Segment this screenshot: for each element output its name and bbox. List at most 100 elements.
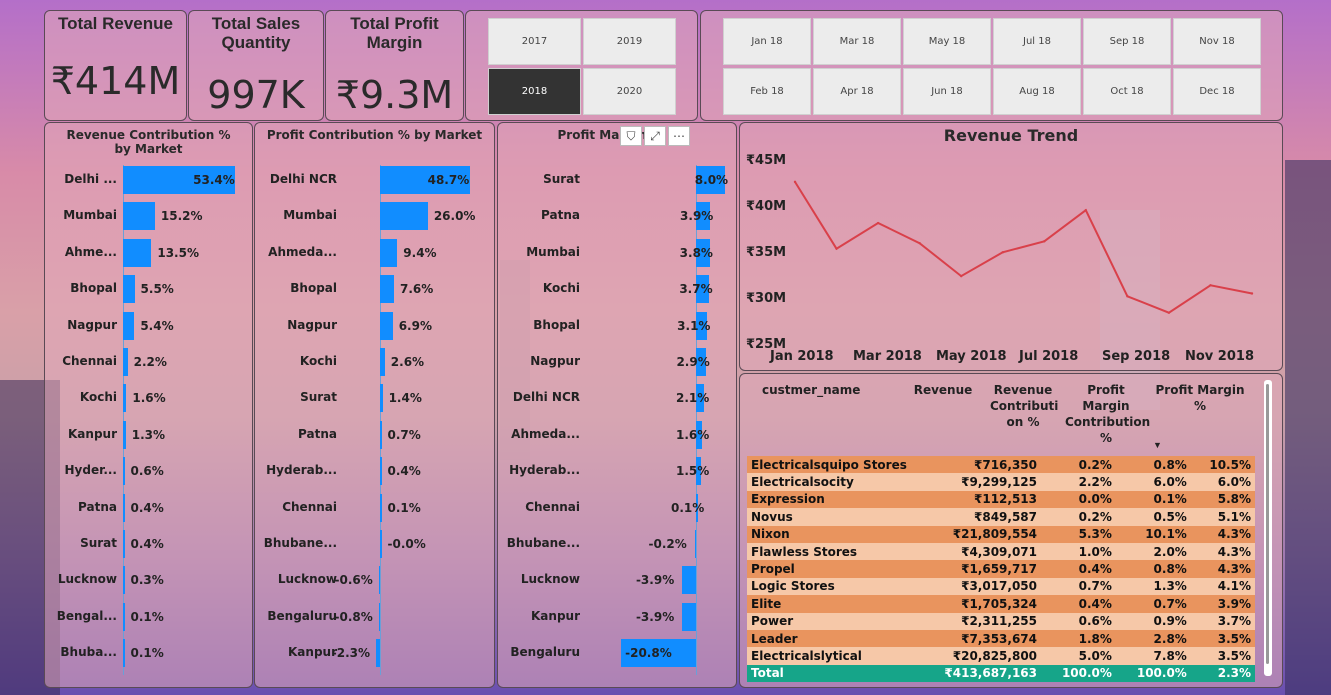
bar-value-label: -0.2% bbox=[648, 537, 687, 551]
bar[interactable] bbox=[123, 457, 125, 486]
col-header-profit-margin-contribution[interactable]: Profit Margin Contribution % bbox=[1065, 382, 1150, 446]
bar[interactable] bbox=[123, 311, 135, 340]
table-row[interactable]: Electricalslytical ₹20,825,800 5.0% 7.8% 3.5… bbox=[747, 647, 1255, 665]
bar-value-label: 9.4% bbox=[403, 245, 437, 260]
data-point[interactable] bbox=[1043, 240, 1046, 243]
col-header-revenue[interactable]: Revenue bbox=[910, 382, 976, 398]
more-options-icon[interactable]: ⋯ bbox=[668, 126, 690, 146]
bar[interactable] bbox=[380, 530, 382, 558]
data-point[interactable] bbox=[1001, 251, 1004, 254]
month-option[interactable]: Sep 18 bbox=[1083, 18, 1171, 65]
month-option[interactable]: Jan 18 bbox=[723, 18, 811, 65]
bar[interactable] bbox=[123, 238, 152, 267]
data-point[interactable] bbox=[1167, 311, 1171, 314]
data-point[interactable] bbox=[1126, 295, 1129, 298]
x-tick-label: Nov 2018 bbox=[1185, 349, 1254, 364]
table-row[interactable]: Expression ₹112,513 0.0% 0.1% 5.8% bbox=[747, 490, 1255, 509]
bar[interactable] bbox=[375, 639, 380, 668]
table-row[interactable]: Electricalsquipo Stores ₹716,350 0.2% 0.8% 1… bbox=[747, 456, 1255, 474]
bar-value-label: 2.9% bbox=[676, 355, 710, 369]
bar[interactable] bbox=[378, 566, 380, 595]
bar[interactable] bbox=[123, 384, 127, 413]
month-option[interactable]: Apr 18 bbox=[813, 68, 901, 115]
bar[interactable] bbox=[123, 639, 125, 668]
data-point[interactable] bbox=[918, 241, 921, 245]
year-option-2020[interactable]: 2020 bbox=[583, 68, 676, 115]
bar[interactable] bbox=[380, 202, 428, 231]
month-option[interactable]: Feb 18 bbox=[723, 68, 811, 115]
table-row[interactable]: Leader ₹7,353,674 1.8% 2.8% 3.5% bbox=[747, 629, 1255, 648]
data-point[interactable] bbox=[959, 274, 963, 278]
month-option[interactable]: Mar 18 bbox=[813, 18, 901, 65]
kpi-total-sales-quantity: Total Sales Quantity 997K bbox=[188, 10, 324, 121]
bar-category-label: Chennai bbox=[282, 499, 337, 514]
table-row[interactable]: Logic Stores ₹3,017,050 0.7% 1.3% 4.1% bbox=[747, 577, 1255, 596]
bar[interactable] bbox=[380, 348, 385, 376]
bar-value-label: 0.1% bbox=[130, 609, 164, 624]
table-row[interactable]: Nixon ₹21,809,554 5.3% 10.1% 4.3% bbox=[747, 525, 1255, 543]
bar[interactable] bbox=[123, 348, 128, 376]
month-option[interactable]: May 18 bbox=[903, 18, 991, 65]
bar-value-label: 48.7% bbox=[427, 173, 470, 187]
table-cell: 2.2% bbox=[1078, 475, 1112, 490]
bar[interactable] bbox=[123, 202, 155, 231]
bar[interactable] bbox=[694, 530, 696, 558]
bar-category-label: Kanpur bbox=[531, 608, 580, 623]
col-header-revenue-contribution[interactable]: Revenue Contributi on % bbox=[990, 382, 1058, 430]
table-row[interactable]: Novus ₹849,587 0.2% 0.5% 5.1% bbox=[747, 508, 1255, 526]
month-option[interactable]: Jul 18 bbox=[993, 18, 1081, 65]
table-cell: 0.2% bbox=[1078, 457, 1112, 472]
bar[interactable] bbox=[380, 420, 382, 449]
filter-icon[interactable]: ⛉ bbox=[620, 126, 642, 146]
bar[interactable] bbox=[123, 566, 125, 595]
table-cell: 0.6% bbox=[1078, 614, 1112, 629]
data-point[interactable] bbox=[1250, 292, 1254, 295]
table-row[interactable]: Electricalsocity ₹9,299,125 2.2% 6.0% 6.0% bbox=[747, 473, 1255, 491]
table-row[interactable]: Propel ₹1,659,717 0.4% 0.8% 4.3% bbox=[747, 560, 1255, 578]
bar[interactable] bbox=[123, 275, 135, 304]
table-cell: Propel bbox=[751, 562, 795, 577]
table-total-row[interactable]: Total ₹413,687,163 100.0% 100.0% 2.3% bbox=[747, 664, 1255, 683]
bar-value-label: 0.7% bbox=[387, 427, 421, 442]
year-option-2018[interactable]: 2018 bbox=[488, 68, 581, 115]
month-option[interactable]: Dec 18 bbox=[1173, 68, 1261, 115]
data-point[interactable] bbox=[1084, 209, 1088, 212]
bar[interactable] bbox=[380, 457, 382, 486]
bar[interactable] bbox=[123, 530, 125, 558]
col-header-customer[interactable]: custmer_name bbox=[762, 382, 882, 398]
month-option[interactable]: Aug 18 bbox=[993, 68, 1081, 115]
month-option[interactable]: Jun 18 bbox=[903, 68, 991, 115]
bar[interactable] bbox=[380, 238, 398, 267]
year-option-2019[interactable]: 2019 bbox=[583, 18, 676, 65]
col-header-profit-margin[interactable]: Profit Margin % bbox=[1150, 382, 1250, 414]
bar[interactable] bbox=[380, 311, 393, 340]
bar[interactable] bbox=[380, 275, 394, 304]
bar[interactable] bbox=[123, 602, 125, 631]
year-option-2017[interactable]: 2017 bbox=[488, 18, 581, 65]
data-point[interactable] bbox=[876, 221, 880, 225]
table-grid: Electricalsquipo Stores ₹716,350 0.2% 0.8% 1… bbox=[747, 456, 1255, 683]
kpi-value: ₹9.3M bbox=[335, 73, 454, 117]
table-row[interactable]: Elite ₹1,705,324 0.4% 0.7% 3.9% bbox=[747, 595, 1255, 613]
table-row[interactable]: Flawless Stores ₹4,309,071 1.0% 2.0% 4.3% bbox=[747, 542, 1255, 561]
data-point[interactable] bbox=[1209, 284, 1212, 287]
table-cell: Electricalsquipo Stores bbox=[751, 457, 907, 472]
table-row[interactable]: Power ₹2,311,255 0.6% 0.9% 3.7% bbox=[747, 612, 1255, 630]
month-option[interactable]: Nov 18 bbox=[1173, 18, 1261, 65]
month-option[interactable]: Oct 18 bbox=[1083, 68, 1171, 115]
bar[interactable] bbox=[123, 493, 125, 522]
bar[interactable] bbox=[380, 384, 383, 413]
data-point[interactable] bbox=[793, 180, 797, 184]
bar-category-label: Kochi bbox=[299, 354, 337, 368]
bar[interactable] bbox=[681, 602, 696, 631]
focus-mode-icon[interactable]: ⤢ bbox=[644, 126, 666, 146]
table-cell: 0.9% bbox=[1153, 614, 1187, 629]
bar[interactable] bbox=[123, 420, 126, 449]
table-cell: 0.7% bbox=[1153, 596, 1187, 611]
data-point[interactable] bbox=[835, 247, 838, 250]
bar[interactable] bbox=[378, 602, 380, 631]
revenue-series-line[interactable] bbox=[794, 181, 1253, 314]
bar[interactable] bbox=[380, 493, 382, 522]
bar[interactable] bbox=[681, 566, 696, 595]
table-scrollbar[interactable] bbox=[1264, 380, 1272, 676]
